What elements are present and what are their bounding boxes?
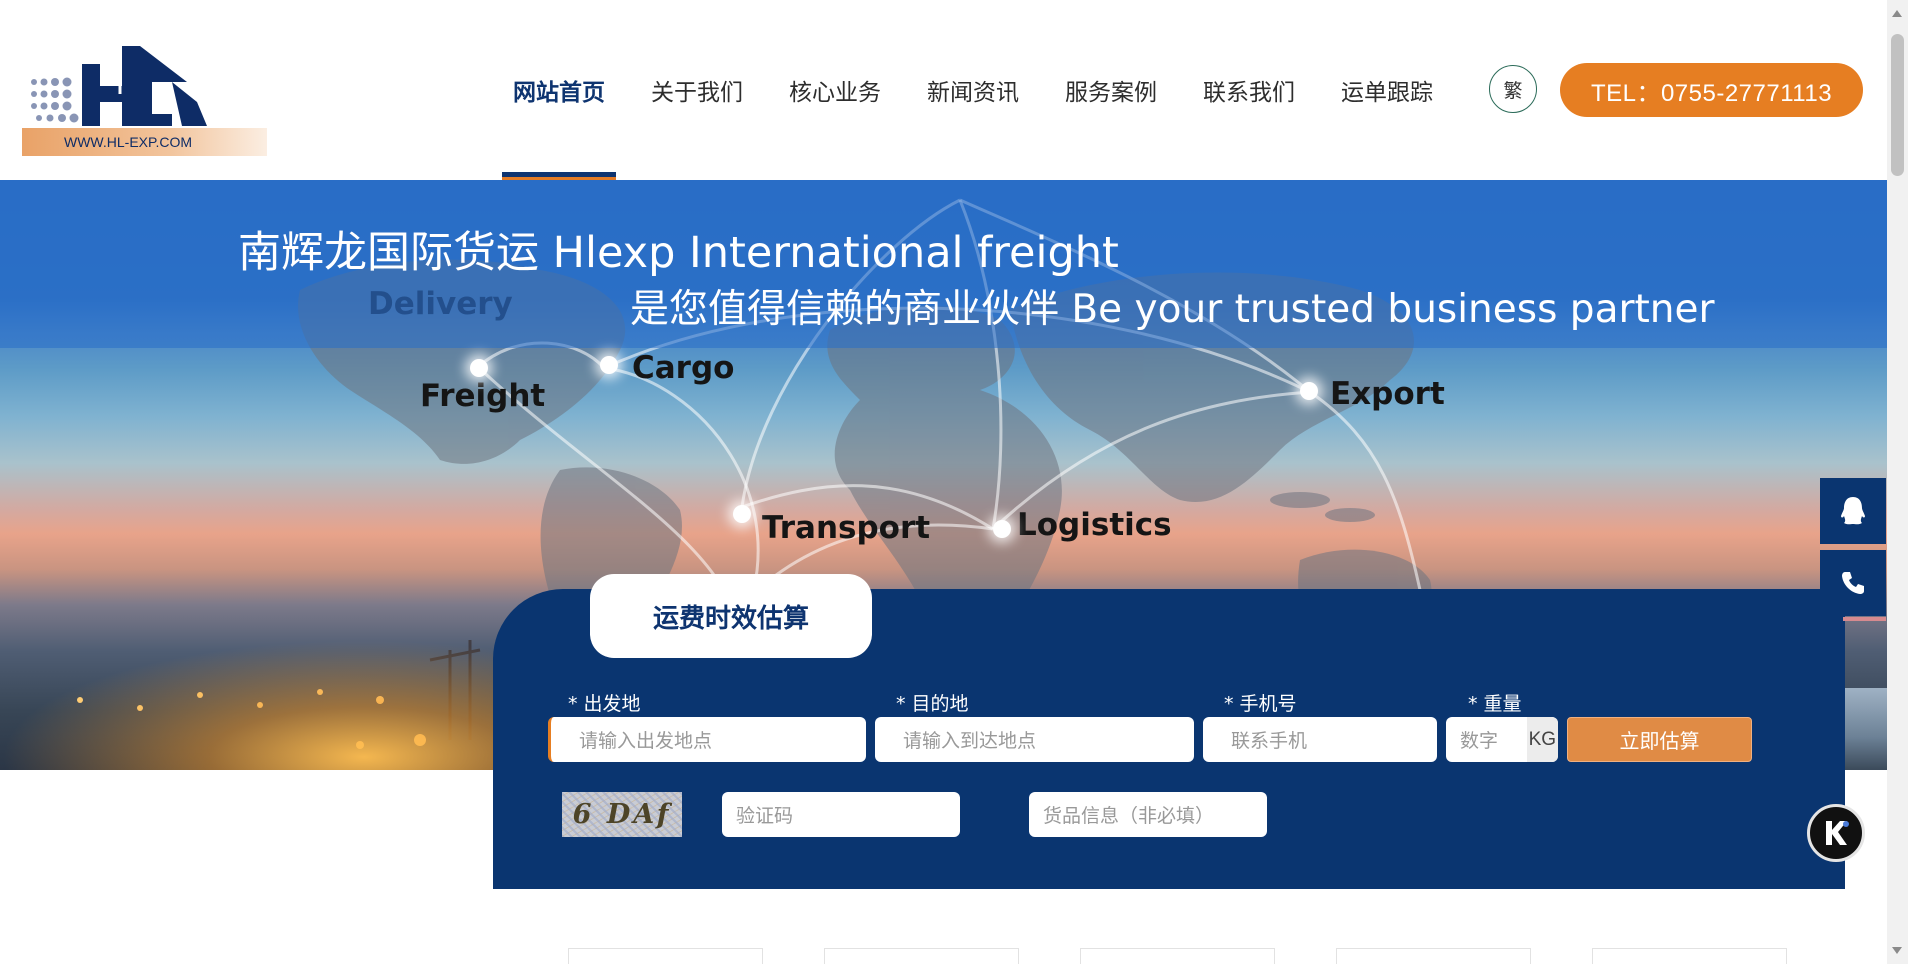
destination-input[interactable]: 请输入到达地点 bbox=[875, 717, 1194, 762]
traditional-chinese-toggle[interactable]: 繁 bbox=[1489, 65, 1537, 113]
chat-widget-button[interactable] bbox=[1807, 804, 1865, 862]
nav-item-news[interactable]: 新闻资讯 bbox=[904, 0, 1042, 180]
origin-input[interactable]: 请输入出发地点 bbox=[548, 717, 866, 762]
map-node-cargo bbox=[600, 356, 618, 374]
weight-label: * 重量 bbox=[1468, 693, 1522, 715]
map-node-export bbox=[1300, 382, 1318, 400]
map-node-logistics bbox=[993, 520, 1011, 538]
map-label-delivery: Delivery bbox=[368, 286, 513, 322]
goods-info-input[interactable]: 货品信息（非必填） bbox=[1029, 792, 1267, 837]
map-label-cargo: Cargo bbox=[632, 350, 735, 386]
logo-url-text: WWW.HL-EXP.COM bbox=[22, 128, 267, 156]
weight-input[interactable]: 数字 bbox=[1446, 726, 1527, 753]
phone-float-button[interactable] bbox=[1820, 550, 1886, 616]
service-card[interactable] bbox=[1592, 948, 1787, 964]
phone-input[interactable]: 联系手机 bbox=[1203, 717, 1437, 762]
phone-icon bbox=[1842, 572, 1864, 594]
k-chat-icon bbox=[1826, 821, 1849, 845]
weight-unit: KG bbox=[1526, 717, 1558, 762]
scroll-down-arrow[interactable] bbox=[1892, 947, 1902, 954]
map-node-transport bbox=[733, 505, 751, 523]
service-cards-row bbox=[568, 948, 1787, 964]
service-card[interactable] bbox=[824, 948, 1019, 964]
scroll-up-arrow[interactable] bbox=[1892, 10, 1902, 17]
scroll-thumb[interactable] bbox=[1891, 34, 1904, 176]
nav-item-contact[interactable]: 联系我们 bbox=[1180, 0, 1318, 180]
site-header: WWW.HL-EXP.COM 网站首页 关于我们 核心业务 新闻资讯 服务案例 … bbox=[0, 0, 1887, 180]
nav-item-tracking[interactable]: 运单跟踪 bbox=[1318, 0, 1456, 180]
map-node-freight bbox=[470, 359, 488, 377]
destination-label: * 目的地 bbox=[896, 693, 969, 715]
service-card[interactable] bbox=[1080, 948, 1275, 964]
captcha-input[interactable]: 验证码 bbox=[722, 792, 960, 837]
float-divider bbox=[1843, 617, 1886, 621]
service-card[interactable] bbox=[568, 948, 763, 964]
phone-label: * 手机号 bbox=[1224, 693, 1297, 715]
logo-mark bbox=[31, 46, 207, 126]
page: WWW.HL-EXP.COM 网站首页 关于我们 核心业务 新闻资讯 服务案例 … bbox=[0, 0, 1908, 964]
nav-item-home[interactable]: 网站首页 bbox=[490, 0, 628, 180]
banner-right-edge bbox=[1845, 688, 1887, 770]
banner-title: 南辉龙国际货运 Hlexp International freight bbox=[238, 228, 1119, 278]
service-card[interactable] bbox=[1336, 948, 1531, 964]
map-label-export: Export bbox=[1330, 376, 1445, 412]
nav-item-cases[interactable]: 服务案例 bbox=[1042, 0, 1180, 180]
origin-label: * 出发地 bbox=[568, 693, 641, 715]
captcha-text: 6 DAf bbox=[572, 799, 672, 830]
map-label-freight: Freight bbox=[420, 378, 546, 414]
weight-input-group[interactable]: 数字 KG bbox=[1446, 717, 1558, 762]
site-logo[interactable]: WWW.HL-EXP.COM bbox=[22, 34, 267, 156]
captcha-image[interactable]: 6 DAf bbox=[562, 792, 682, 837]
qq-icon bbox=[1841, 497, 1865, 525]
harbor-glow bbox=[0, 640, 520, 770]
tel-button[interactable]: TEL：0755-27771113 bbox=[1560, 63, 1863, 117]
banner-subtitle: 是您值得信赖的商业伙伴 Be your trusted business par… bbox=[630, 287, 1715, 332]
qq-float-button[interactable] bbox=[1820, 478, 1886, 544]
page-scrollbar[interactable] bbox=[1887, 0, 1908, 964]
nav-item-about[interactable]: 关于我们 bbox=[628, 0, 766, 180]
estimator-tab[interactable]: 运费时效估算 bbox=[590, 574, 872, 658]
estimate-submit-button[interactable]: 立即估算 bbox=[1567, 717, 1752, 762]
map-label-transport: Transport bbox=[762, 510, 931, 546]
map-label-logistics: Logistics bbox=[1017, 507, 1172, 543]
main-nav: 网站首页 关于我们 核心业务 新闻资讯 服务案例 联系我们 运单跟踪 bbox=[490, 0, 1456, 180]
nav-item-core-business[interactable]: 核心业务 bbox=[766, 0, 904, 180]
